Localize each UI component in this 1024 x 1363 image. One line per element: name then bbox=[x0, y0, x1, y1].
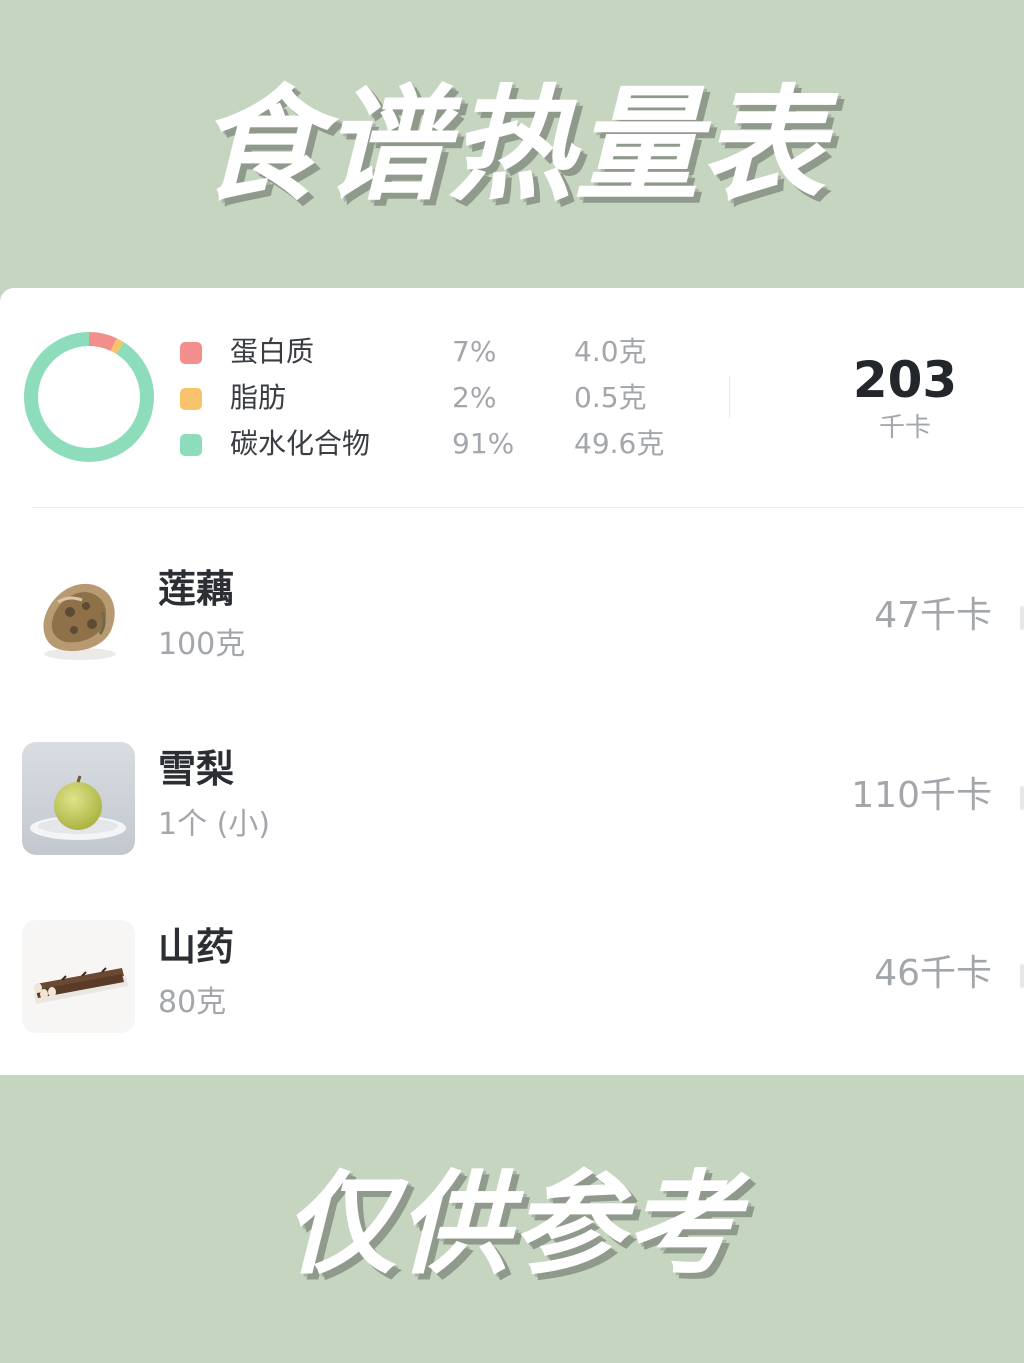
row-edge-indicator bbox=[1020, 606, 1024, 630]
food-calories: 47千卡 bbox=[874, 595, 992, 636]
legend-percent: 7% bbox=[452, 335, 497, 368]
row-edge-indicator bbox=[1020, 964, 1024, 988]
lotus-root-image bbox=[22, 562, 135, 675]
food-name: 雪梨 bbox=[158, 747, 235, 791]
food-calories: 46千卡 bbox=[874, 953, 992, 994]
legend-name: 脂肪 bbox=[230, 381, 287, 414]
legend-row-protein: 蛋白质 7% 4.0克 bbox=[180, 332, 720, 372]
fat-color-dot bbox=[180, 388, 202, 410]
legend-grams: 4.0克 bbox=[574, 335, 647, 368]
page: 食谱热量表 蛋白质 7% 4.0克 脂肪 2% 0.5克 碳水化合物 91% 4… bbox=[0, 0, 1024, 1363]
macro-donut-chart bbox=[24, 332, 154, 462]
protein-color-dot bbox=[180, 342, 202, 364]
food-name: 山药 bbox=[158, 925, 235, 969]
row-edge-indicator bbox=[1020, 786, 1024, 810]
food-amount: 100克 bbox=[158, 627, 246, 662]
section-divider bbox=[32, 507, 1024, 508]
legend-grams: 0.5克 bbox=[574, 381, 647, 414]
legend-row-carbs: 碳水化合物 91% 49.6克 bbox=[180, 424, 720, 464]
yam-image bbox=[22, 920, 135, 1033]
total-calories-value: 203 bbox=[852, 351, 958, 409]
food-item-snow-pear[interactable]: 雪梨 1个 (小) 110千卡 bbox=[0, 742, 1024, 902]
legend-percent: 91% bbox=[452, 427, 515, 460]
food-amount: 1个 (小) bbox=[158, 807, 271, 842]
legend-row-fat: 脂肪 2% 0.5克 bbox=[180, 378, 720, 418]
food-item-yam[interactable]: 山药 80克 46千卡 bbox=[0, 920, 1024, 1080]
carbs-color-dot bbox=[180, 434, 202, 456]
footer-note: 仅供参考 bbox=[284, 1160, 740, 1290]
summary-divider bbox=[729, 376, 730, 418]
legend-name: 碳水化合物 bbox=[230, 427, 371, 460]
carbs-segment bbox=[24, 332, 154, 462]
nutrition-summary: 蛋白质 7% 4.0克 脂肪 2% 0.5克 碳水化合物 91% 49.6克 2… bbox=[0, 288, 1024, 508]
page-title: 食谱热量表 bbox=[196, 74, 827, 218]
food-item-lotus-root[interactable]: 莲藕 100克 47千卡 bbox=[0, 562, 1024, 722]
food-calories: 110千卡 bbox=[851, 775, 992, 816]
legend-percent: 2% bbox=[452, 381, 497, 414]
legend-grams: 49.6克 bbox=[574, 427, 665, 460]
nutrition-card: 蛋白质 7% 4.0克 脂肪 2% 0.5克 碳水化合物 91% 49.6克 2… bbox=[0, 288, 1024, 1075]
food-name: 莲藕 bbox=[158, 567, 235, 611]
snow-pear-image bbox=[22, 742, 135, 855]
total-calories-unit: 千卡 bbox=[878, 413, 931, 443]
legend-name: 蛋白质 bbox=[230, 335, 315, 368]
food-amount: 80克 bbox=[158, 985, 227, 1020]
